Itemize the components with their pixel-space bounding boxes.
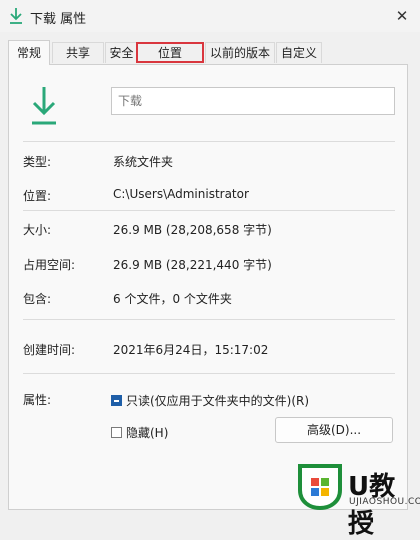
disk-size-value: 26.9 MB (28,221,440 字节) [113, 258, 272, 272]
size-label: 大小: [23, 223, 52, 237]
tab-previous-versions[interactable]: 以前的版本 [205, 42, 275, 63]
download-icon [10, 8, 22, 24]
folder-name-input[interactable] [111, 87, 395, 115]
contains-label: 包含: [23, 292, 52, 306]
tab-security[interactable]: 安全 [105, 42, 138, 63]
watermark-subtext: UJIAOSHOU.COM [349, 497, 420, 507]
type-label: 类型: [23, 155, 52, 169]
created-label: 创建时间: [23, 343, 76, 357]
readonly-checkbox[interactable] [111, 395, 122, 406]
hidden-checkbox[interactable] [111, 427, 122, 438]
title-bar: 下载 属性 ✕ [0, 0, 420, 32]
tab-bar: 常规 共享 安全 位置 以前的版本 自定义 [8, 40, 412, 65]
readonly-label: 只读(仅应用于文件夹中的文件)(R) [126, 394, 310, 408]
watermark-logo: U教授 UJIAOSHOU.COM [296, 462, 420, 539]
window-title: 下载 属性 [30, 12, 87, 27]
separator [23, 141, 395, 142]
download-folder-icon [32, 87, 56, 125]
advanced-button[interactable]: 高级(D)... [275, 417, 393, 443]
location-label: 位置: [23, 189, 52, 203]
tab-location[interactable]: 位置 [136, 42, 204, 63]
close-button[interactable]: ✕ [384, 0, 420, 32]
location-value: C:\Users\Administrator [113, 187, 249, 201]
readonly-checkbox-row[interactable]: 只读(仅应用于文件夹中的文件)(R) [111, 392, 309, 409]
separator [23, 319, 395, 320]
tab-customize[interactable]: 自定义 [276, 42, 322, 63]
watermark-shield-icon [298, 464, 342, 510]
hidden-label: 隐藏(H) [126, 426, 169, 440]
general-panel: 类型: 系统文件夹 位置: C:\Users\Administrator 大小:… [8, 64, 408, 510]
separator [23, 373, 395, 374]
created-value: 2021年6月24日，15:17:02 [113, 343, 269, 357]
contains-value: 6 个文件，0 个文件夹 [113, 292, 232, 306]
hidden-checkbox-row[interactable]: 隐藏(H) [111, 424, 168, 441]
attributes-label: 属性: [23, 393, 52, 407]
disk-size-label: 占用空间: [23, 258, 76, 272]
size-value: 26.9 MB (28,208,658 字节) [113, 223, 272, 237]
tab-general[interactable]: 常规 [8, 40, 50, 65]
type-value: 系统文件夹 [113, 155, 174, 169]
separator [23, 210, 395, 211]
tab-sharing[interactable]: 共享 [52, 42, 104, 63]
